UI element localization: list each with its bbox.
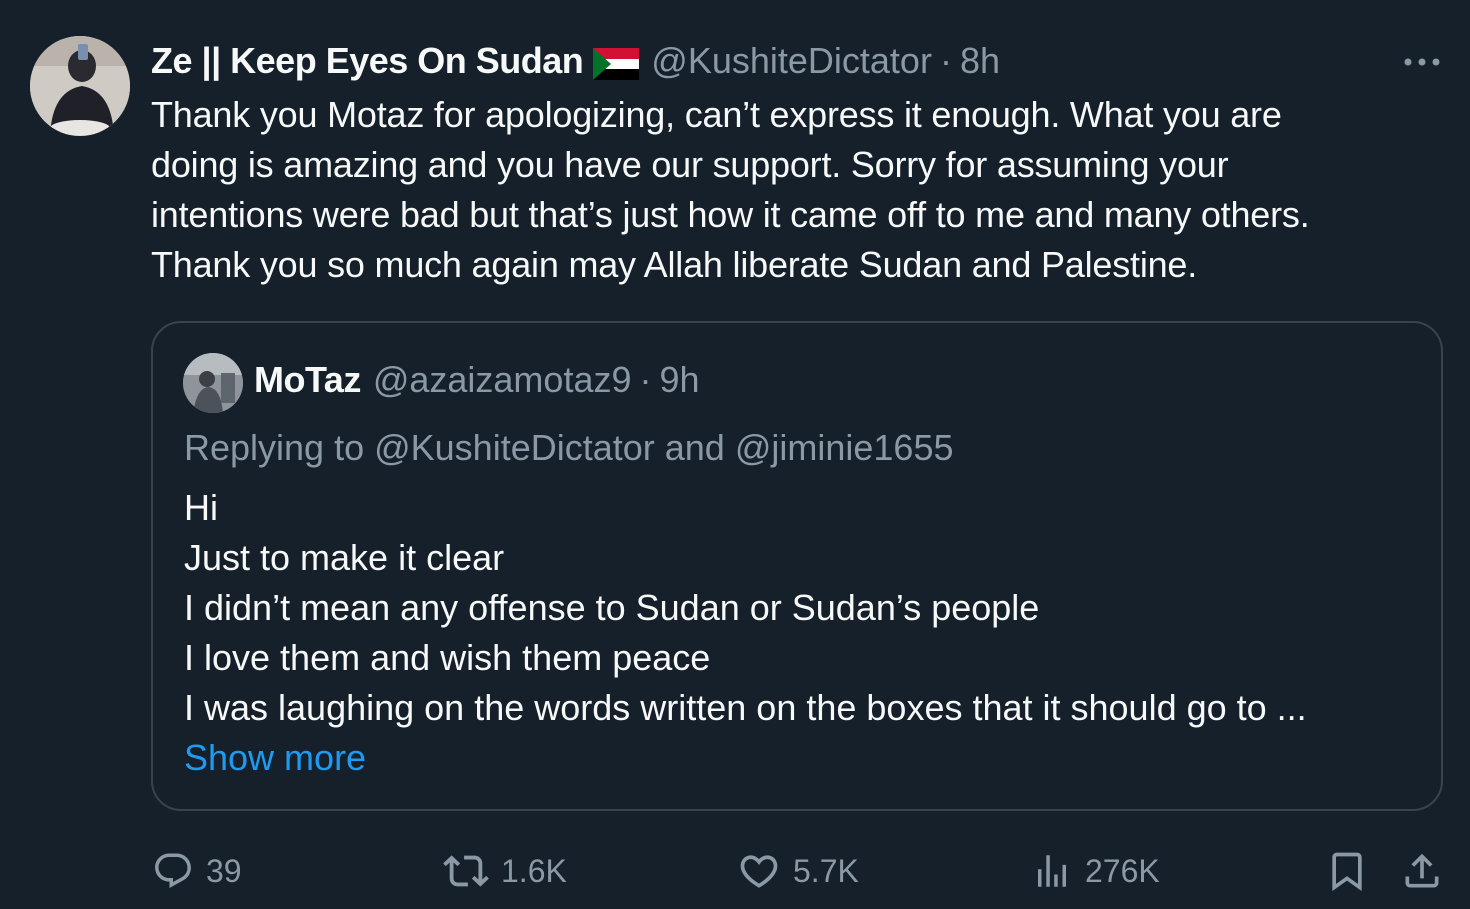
quoted-text-line: Just to make it clear bbox=[184, 537, 505, 578]
quoted-tweet[interactable]: MoTaz @azaizamotaz9 · 9h Replying to @Ku… bbox=[151, 321, 1443, 811]
separator-dot: · bbox=[939, 40, 952, 81]
repost-icon bbox=[443, 855, 489, 887]
like-icon bbox=[740, 855, 778, 888]
quoted-text-line: I love them and wish them peace bbox=[184, 637, 711, 678]
quoted-tweet-time[interactable]: 9h bbox=[660, 357, 700, 403]
quoted-text-line: I was laughing on the words written on t… bbox=[184, 687, 1307, 728]
author-name[interactable]: Ze || Keep Eyes On Sudan bbox=[151, 38, 584, 84]
tweet-text-line: doing is amazing and you have our suppor… bbox=[151, 144, 1229, 185]
share-button[interactable] bbox=[1400, 846, 1444, 896]
show-more-link[interactable]: Show more bbox=[184, 733, 366, 783]
quoted-author-handle[interactable]: @azaizamotaz9 bbox=[373, 357, 632, 403]
repost-button[interactable]: 1.6K bbox=[443, 846, 567, 896]
quoted-text-line: Hi bbox=[184, 487, 218, 528]
sudan-flag-icon bbox=[593, 45, 640, 80]
author-avatar[interactable] bbox=[30, 36, 130, 136]
reply-button[interactable]: 39 bbox=[152, 846, 242, 896]
like-count: 5.7K bbox=[793, 852, 859, 889]
more-icon[interactable] bbox=[1400, 50, 1444, 74]
quoted-tweet-header: MoTaz @azaizamotaz9 · 9h bbox=[254, 357, 700, 403]
separator-dot: · bbox=[639, 359, 652, 400]
bookmark-button[interactable] bbox=[1325, 846, 1369, 896]
quoted-author-name[interactable]: MoTaz bbox=[254, 357, 361, 403]
reply-count: 39 bbox=[206, 852, 242, 889]
bookmark-icon bbox=[1332, 852, 1362, 892]
like-button[interactable]: 5.7K bbox=[737, 846, 859, 896]
author-handle[interactable]: @KushiteDictator bbox=[651, 38, 932, 84]
views-button[interactable]: 276K bbox=[1031, 846, 1160, 896]
quoted-tweet-text: Hi Just to make it clear I didn’t mean a… bbox=[184, 483, 1424, 733]
tweet-text-line: intentions were bad but that’s just how … bbox=[151, 194, 1310, 235]
tweet-text-line: Thank you so much again may Allah libera… bbox=[151, 244, 1198, 285]
quoted-author-avatar[interactable] bbox=[183, 353, 243, 413]
share-icon bbox=[1405, 853, 1439, 888]
views-icon bbox=[1038, 855, 1066, 887]
views-count: 276K bbox=[1085, 852, 1160, 889]
repost-count: 1.6K bbox=[501, 852, 567, 889]
reply-icon bbox=[155, 853, 191, 888]
tweet-text: Thank you Motaz for apologizing, can’t e… bbox=[151, 90, 1451, 290]
quoted-text-line: I didn’t mean any offense to Sudan or Su… bbox=[184, 587, 1040, 628]
replying-to-text: Replying to @KushiteDictator and @jimini… bbox=[184, 427, 954, 468]
tweet-time[interactable]: 8h bbox=[960, 38, 1000, 84]
tweet-text-line: Thank you Motaz for apologizing, can’t e… bbox=[151, 94, 1282, 135]
tweet-header: Ze || Keep Eyes On Sudan @KushiteDictato… bbox=[151, 38, 1000, 84]
